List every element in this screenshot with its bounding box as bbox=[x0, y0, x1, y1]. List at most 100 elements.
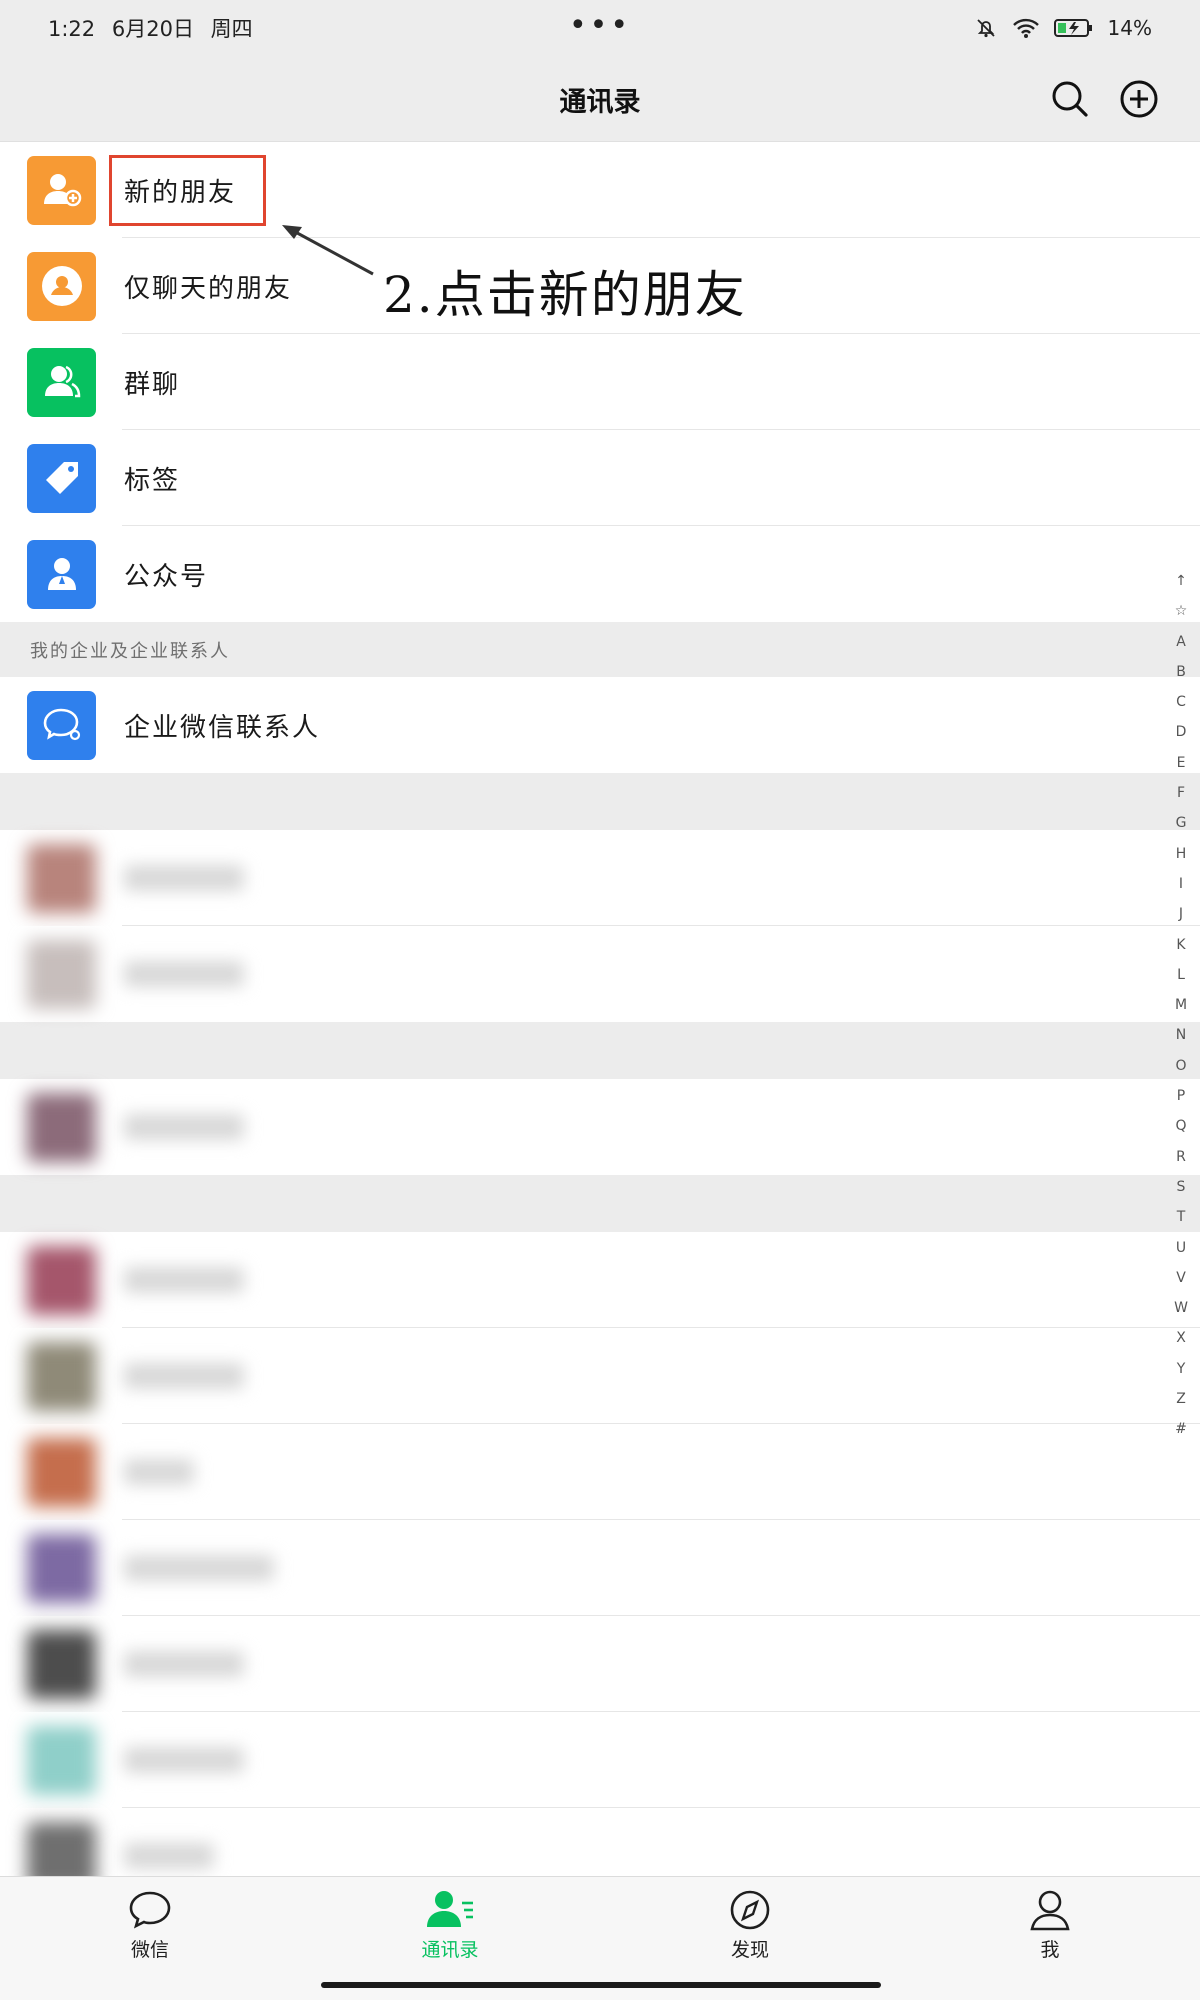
index-letter[interactable]: T bbox=[1168, 1202, 1194, 1232]
avatar bbox=[27, 1629, 96, 1699]
index-letter[interactable]: U bbox=[1168, 1233, 1194, 1263]
index-letter[interactable]: F bbox=[1168, 778, 1194, 808]
tab-discover[interactable]: 发现 bbox=[680, 1889, 820, 1962]
tab-contacts[interactable]: 通讯录 bbox=[380, 1889, 520, 1962]
group-icon bbox=[44, 365, 80, 398]
contact-row[interactable] bbox=[0, 1232, 1200, 1328]
contact-name-blurred bbox=[124, 1363, 244, 1389]
index-letter[interactable]: S bbox=[1168, 1172, 1194, 1202]
contact-row[interactable] bbox=[0, 830, 1200, 926]
index-section-header bbox=[0, 1022, 1200, 1079]
chat-icon bbox=[129, 1891, 171, 1929]
avatar bbox=[27, 939, 96, 1009]
contact-row[interactable] bbox=[0, 1520, 1200, 1616]
index-letter[interactable]: G bbox=[1168, 808, 1194, 838]
index-letter[interactable]: Y bbox=[1168, 1354, 1194, 1384]
index-letter[interactable]: Q bbox=[1168, 1111, 1194, 1141]
annotation-arrow-icon bbox=[282, 225, 374, 276]
group-chats-tile bbox=[27, 347, 96, 417]
index-letter[interactable]: L bbox=[1168, 960, 1194, 990]
contact-row[interactable] bbox=[0, 1079, 1200, 1175]
index-letter[interactable]: E bbox=[1168, 748, 1194, 778]
contact-row[interactable] bbox=[0, 926, 1200, 1022]
contacts-icon bbox=[427, 1891, 473, 1927]
index-letter[interactable]: # bbox=[1168, 1414, 1194, 1444]
index-letter[interactable]: V bbox=[1168, 1263, 1194, 1293]
list-item-label: 标签 bbox=[124, 465, 181, 496]
contact-row[interactable] bbox=[0, 1712, 1200, 1808]
list-item-enterprise-contacts[interactable]: 企业微信联系人 bbox=[0, 677, 1200, 773]
contacts-list: 新的朋友 仅聊天的朋友 群聊 标签 公众号 我的企业及企业联系人 企业微信联系人 bbox=[0, 142, 1200, 1904]
new-friends-tile bbox=[27, 155, 96, 225]
home-indicator[interactable] bbox=[321, 1982, 881, 1988]
contact-row[interactable] bbox=[0, 1424, 1200, 1520]
contact-name-blurred bbox=[124, 865, 244, 891]
wecom-icon bbox=[43, 708, 80, 741]
avatar bbox=[27, 1533, 96, 1603]
status-bar: 1:22 6月20日 周四 ••• 14% bbox=[0, 0, 1200, 56]
contact-row[interactable] bbox=[0, 1616, 1200, 1712]
contact-row[interactable] bbox=[0, 1328, 1200, 1424]
highlight-box bbox=[109, 155, 266, 226]
tags-tile bbox=[27, 443, 96, 513]
tab-label: 通讯录 bbox=[421, 1939, 479, 1961]
tab-me[interactable]: 我 bbox=[980, 1889, 1120, 1962]
index-letter[interactable]: ☆ bbox=[1168, 596, 1194, 626]
index-letter[interactable]: M bbox=[1168, 990, 1194, 1020]
avatar bbox=[27, 1341, 96, 1411]
me-icon bbox=[1030, 1890, 1070, 1931]
contact-name-blurred bbox=[124, 1747, 244, 1773]
avatar bbox=[27, 1092, 96, 1162]
tab-chats[interactable]: 微信 bbox=[80, 1889, 220, 1962]
index-letter[interactable]: W bbox=[1168, 1293, 1194, 1323]
avatar bbox=[27, 1245, 96, 1315]
chat-only-tile bbox=[27, 251, 96, 321]
index-letter[interactable]: C bbox=[1168, 687, 1194, 717]
list-item-group-chats[interactable]: 群聊 bbox=[0, 334, 1200, 430]
index-letter[interactable]: J bbox=[1168, 899, 1194, 929]
list-item-tags[interactable]: 标签 bbox=[0, 430, 1200, 526]
avatar bbox=[27, 1725, 96, 1795]
add-button[interactable] bbox=[1118, 78, 1160, 120]
chat-bubble-icon bbox=[41, 266, 82, 306]
index-letter[interactable]: D bbox=[1168, 717, 1194, 747]
contact-name-blurred bbox=[124, 1267, 244, 1293]
annotation-text: 2.点击新的朋友 bbox=[383, 266, 747, 324]
index-letter[interactable]: A bbox=[1168, 627, 1194, 657]
index-letter[interactable]: R bbox=[1168, 1142, 1194, 1172]
index-letter[interactable]: B bbox=[1168, 657, 1194, 687]
tag-icon bbox=[45, 462, 78, 494]
nav-bar: 通讯录 bbox=[0, 56, 1200, 142]
index-letter[interactable]: Z bbox=[1168, 1384, 1194, 1414]
contact-name-blurred bbox=[124, 961, 244, 987]
index-letter[interactable]: K bbox=[1168, 930, 1194, 960]
list-item-label: 企业微信联系人 bbox=[124, 712, 321, 743]
tab-label: 我 bbox=[1040, 1939, 1060, 1961]
index-letter[interactable]: X bbox=[1168, 1323, 1194, 1353]
index-letter[interactable]: O bbox=[1168, 1051, 1194, 1081]
contact-name-blurred bbox=[124, 1114, 244, 1140]
list-item-label: 仅聊天的朋友 bbox=[124, 273, 293, 304]
index-letter[interactable]: I bbox=[1168, 869, 1194, 899]
search-icon bbox=[1052, 81, 1088, 117]
contact-name-blurred bbox=[124, 1843, 214, 1869]
compass-icon bbox=[730, 1890, 770, 1930]
plus-circle-icon bbox=[1120, 80, 1158, 118]
tab-label: 微信 bbox=[130, 1939, 169, 1961]
index-letter[interactable]: P bbox=[1168, 1081, 1194, 1111]
multitask-dots[interactable]: ••• bbox=[0, 8, 1200, 43]
search-button[interactable] bbox=[1049, 78, 1091, 120]
alphabet-index[interactable]: ↑ ☆ A B C D E F G H I J K L M N O P Q R … bbox=[1168, 566, 1194, 1445]
section-header-enterprise: 我的企业及企业联系人 bbox=[0, 622, 1200, 677]
list-item-official-accounts[interactable]: 公众号 bbox=[0, 526, 1200, 622]
list-item-label: 群聊 bbox=[124, 369, 181, 400]
avatar bbox=[27, 843, 96, 913]
index-section-header bbox=[0, 773, 1200, 830]
index-letter[interactable]: ↑ bbox=[1168, 566, 1194, 596]
contact-name-blurred bbox=[124, 1555, 274, 1581]
person-icon bbox=[47, 558, 76, 590]
contact-name-blurred bbox=[124, 1651, 244, 1677]
index-letter[interactable]: H bbox=[1168, 839, 1194, 869]
person-plus-icon bbox=[43, 174, 81, 207]
index-letter[interactable]: N bbox=[1168, 1020, 1194, 1050]
